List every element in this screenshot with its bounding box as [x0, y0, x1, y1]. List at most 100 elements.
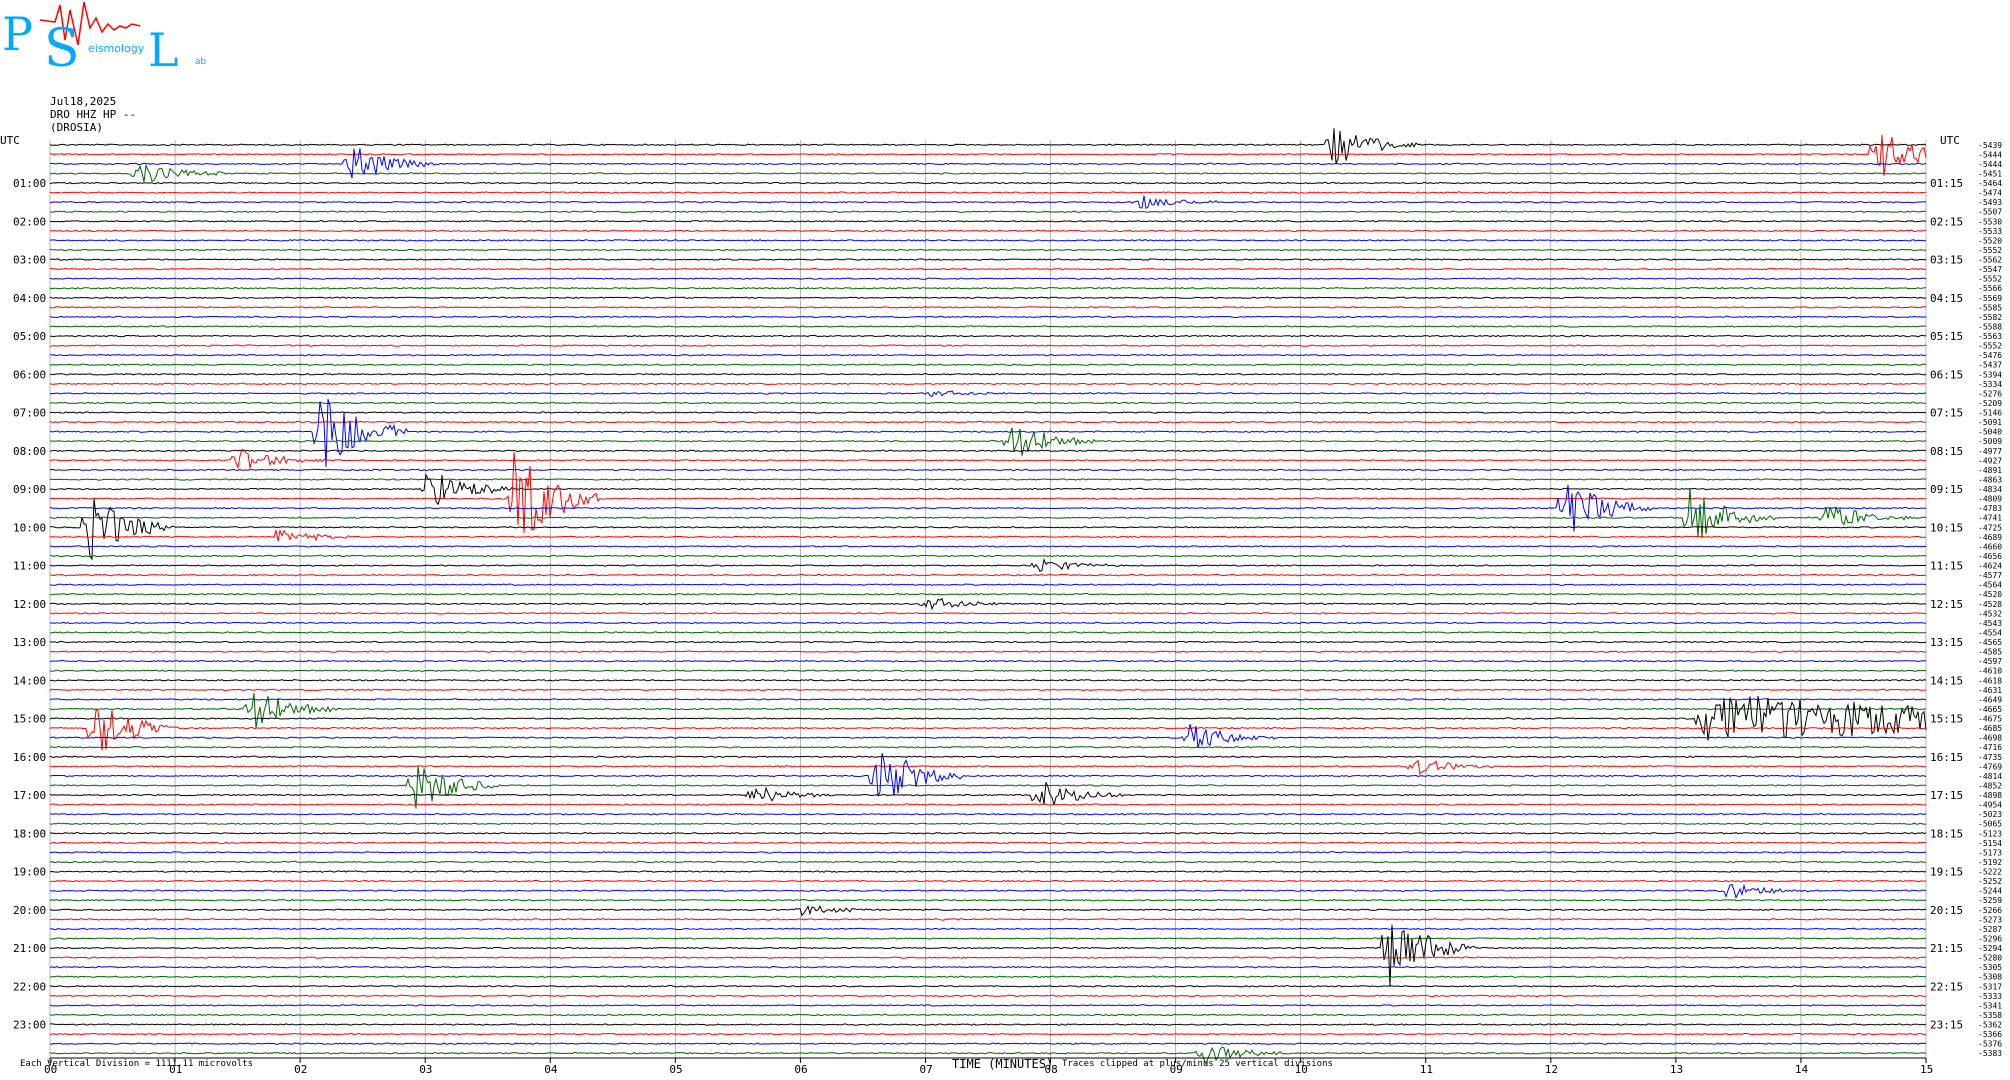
trace-25 [49, 382, 1927, 386]
trace-offset: -5476 [1978, 351, 2002, 360]
left-hour-label: 17:00 [13, 789, 46, 802]
trace-offset: -4898 [1978, 791, 2002, 800]
trace-offset: -5266 [1978, 906, 2002, 915]
trace-offset: -4814 [1978, 772, 2002, 781]
trace-offset: -5280 [1978, 954, 2002, 963]
trace-offset: -5358 [1978, 1011, 2002, 1020]
trace-43 [49, 554, 1927, 558]
trace-11 [49, 248, 1927, 252]
left-hour-label: 13:00 [13, 636, 46, 649]
trace-65 [49, 759, 1927, 775]
trace-76 [49, 870, 1927, 873]
trace-73 [49, 841, 1927, 845]
trace-30 [49, 399, 1927, 468]
trace-offset: -5566 [1978, 284, 2002, 293]
trace-offset: -4656 [1978, 552, 2002, 561]
trace-offset: -5341 [1978, 1001, 2002, 1010]
trace-94 [49, 1042, 1927, 1045]
trace-offset: -5547 [1978, 265, 2002, 274]
trace-offset: -4543 [1978, 619, 2002, 628]
trace-offset: -5451 [1978, 169, 2002, 178]
trace-47 [50, 592, 1927, 596]
left-hour-label: 04:00 [13, 292, 46, 305]
trace-offset: -4649 [1978, 695, 2002, 704]
time-gridlines [49, 140, 1927, 1058]
trace-offset: -5437 [1978, 361, 2002, 370]
trace-85 [49, 956, 1926, 959]
trace-offset: -4725 [1978, 523, 2002, 532]
right-hour-label: 10:15 [1930, 521, 1963, 534]
trace-10 [49, 239, 1927, 242]
trace-offset: -5362 [1978, 1021, 2002, 1030]
trace-offset: -5552 [1978, 246, 2002, 255]
trace-offset: -5333 [1978, 992, 2002, 1001]
trace-offset: -4618 [1978, 676, 2002, 685]
trace-offset: -4863 [1978, 475, 2002, 484]
trace-offset: -5192 [1978, 858, 2002, 867]
trace-8 [49, 220, 1927, 223]
left-hour-label: 12:00 [13, 598, 46, 611]
trace-15 [49, 286, 1926, 290]
trace-39 [49, 487, 1927, 539]
trace-offset: -4631 [1978, 686, 2002, 695]
trace-offset: -5308 [1978, 973, 2002, 982]
right-hour-label: 12:15 [1930, 598, 1963, 611]
right-hour-label: 01:15 [1930, 177, 1963, 190]
trace-offset: -5244 [1978, 887, 2002, 896]
trace-offset: -5065 [1978, 820, 2002, 829]
trace-79 [49, 898, 1927, 902]
trace-offset: -4554 [1978, 628, 2002, 637]
trace-offset: -5040 [1978, 428, 2002, 437]
trace-offset: -4675 [1978, 715, 2002, 724]
trace-offset: -4520 [1978, 590, 2002, 599]
right-hour-label: 17:15 [1930, 789, 1963, 802]
trace-91 [49, 1013, 1927, 1017]
trace-52 [49, 640, 1926, 644]
trace-offset: -4577 [1978, 571, 2002, 580]
trace-offset: -5209 [1978, 399, 2002, 408]
trace-offset: -4891 [1978, 466, 2002, 475]
left-hour-label: 15:00 [13, 713, 46, 726]
clip-note: Traces clipped at plus/minus 25 vertical… [1062, 1059, 1333, 1069]
trace-offset: -5530 [1978, 217, 2002, 226]
trace-44 [49, 558, 1927, 572]
trace-offset: -4585 [1978, 648, 2002, 657]
right-hour-label: 03:15 [1930, 254, 1963, 267]
right-hour-label: 19:15 [1930, 866, 1963, 879]
right-time-labels: UTC 01:15 02:15 03:15 04:15 05:15 06:15 07:15 08… [1930, 134, 1963, 1032]
trace-3 [49, 163, 1926, 183]
right-hour-label: 21:15 [1930, 942, 1963, 955]
trace-offset: -5444 [1978, 160, 2002, 169]
trace-offset: -5317 [1978, 982, 2002, 991]
trace-56 [49, 678, 1927, 682]
trace-offset: -5023 [1978, 810, 2002, 819]
trace-offset: -5287 [1978, 925, 2002, 934]
trace-86 [49, 965, 1927, 969]
trace-offset: -4532 [1978, 609, 2002, 618]
left-hour-label: 06:00 [13, 368, 46, 381]
x-tick-label-03: 03 [419, 1063, 432, 1076]
trace-22 [49, 353, 1927, 357]
right-hour-label: 08:15 [1930, 445, 1963, 458]
trace-38 [49, 484, 1927, 532]
trace-offset: -5588 [1978, 322, 2002, 331]
left-utc-label: UTC [0, 134, 20, 147]
trace-6 [49, 195, 1927, 210]
trace-5 [49, 191, 1927, 194]
right-hour-label: 02:15 [1930, 215, 1963, 228]
trace-offset: -5222 [1978, 868, 2002, 877]
trace-offset: -4698 [1978, 734, 2002, 743]
right-hour-label: 23:15 [1930, 1019, 1963, 1032]
trace-37 [49, 452, 1926, 534]
right-hour-label: 22:15 [1930, 980, 1963, 993]
trace-24 [49, 373, 1927, 376]
trace-34 [49, 468, 1927, 472]
trace-offset: -4741 [1978, 514, 2002, 523]
trace-offset: -5552 [1978, 275, 2002, 284]
x-tick-label-11: 11 [1420, 1063, 1433, 1076]
trace-offset: -5585 [1978, 303, 2002, 312]
left-hour-label: 11:00 [13, 560, 46, 573]
trace-48 [49, 597, 1927, 611]
trace-offset: -4769 [1978, 762, 2002, 771]
trace-49 [49, 612, 1927, 615]
